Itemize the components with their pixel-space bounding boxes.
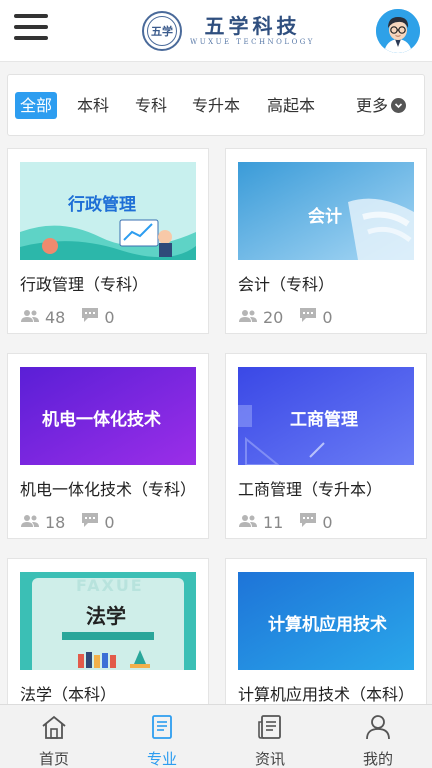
course-thumbnail: 会计 [238,162,414,260]
nav-home[interactable]: 首页 [0,705,108,768]
users-icon [238,513,258,532]
comment-icon [81,512,99,532]
course-card[interactable]: 会计 会计（专科） 20 0 [225,148,427,334]
nav-major[interactable]: 专业 [108,705,216,768]
news-icon [256,714,284,744]
nav-major-label: 专业 [146,750,177,768]
course-thumbnail: 行政管理 [20,162,196,260]
thumbnail-text: 法学 [86,604,126,628]
more-button[interactable]: 更多 [356,92,406,119]
course-title: 行政管理（专科） [20,275,149,294]
course-title: 工商管理（专升本） [238,480,383,499]
comment-count: 0 [322,512,333,532]
course-thumbnail: FAXUE 法学 [20,572,196,670]
logo-seal-text: 五学 [151,25,173,38]
logo-seal: 五学 [142,11,182,51]
course-thumbnail: 工商管理 [238,367,414,465]
nav-news[interactable]: 资讯 [216,705,324,768]
thumbnail-text: 工商管理 [290,410,358,430]
thumbnail-text: 会计 [308,207,342,227]
tab-all[interactable]: 全部 [15,92,58,119]
comment-icon [299,512,317,532]
course-title: 计算机应用技术（本科） [238,685,415,704]
member-count: 18 [45,512,66,532]
course-thumbnail: 机电一体化技术 [20,367,196,465]
nav-news-label: 资讯 [254,750,285,768]
course-card[interactable]: 行政管理 行政管理（专科） 48 0 [7,148,209,334]
users-icon [20,308,40,327]
comment-icon [81,307,99,327]
comment-count: 0 [104,512,115,532]
course-stats: 11 0 [238,512,333,532]
tab-upgrade-bachelor[interactable]: 专升本 [192,92,240,119]
member-count: 48 [45,307,66,327]
brand-logo: 五学 五学科技 WUXUE TECHNOLOGY [142,8,315,54]
nav-profile-label: 我的 [362,750,393,768]
tab-junior-college[interactable]: 专科 [135,92,167,119]
user-avatar[interactable] [376,9,420,53]
logo-chinese-name: 五学科技 [204,14,301,38]
logo-english-name: WUXUE TECHNOLOGY [190,38,315,46]
thumbnail-watermark: FAXUE [76,576,144,595]
course-card[interactable]: 工商管理 工商管理（专升本） 11 0 [225,353,427,539]
course-title: 会计（专科） [238,275,335,294]
member-count: 20 [263,307,284,327]
thumbnail-text: 计算机应用技术 [268,615,387,635]
tab-bachelor[interactable]: 本科 [77,92,109,119]
course-title: 法学（本科） [20,685,117,704]
course-stats: 48 0 [20,307,115,327]
menu-icon[interactable] [14,14,48,44]
course-card[interactable]: 机电一体化技术 机电一体化技术（专科） 18 0 [7,353,209,539]
nav-home-label: 首页 [38,750,69,768]
app-header: 五学 五学科技 WUXUE TECHNOLOGY [0,0,432,62]
book-icon [149,714,175,744]
more-label: 更多 [355,96,388,115]
course-thumbnail: 计算机应用技术 [238,572,414,670]
tab-high-to-bachelor[interactable]: 高起本 [267,92,315,119]
comment-count: 0 [104,307,115,327]
comment-icon [299,307,317,327]
category-tabs: 全部 本科 专科 专升本 高起本 更多 [7,74,425,136]
comment-count: 0 [322,307,333,327]
home-icon [40,714,68,744]
user-icon [364,714,392,744]
course-stats: 18 0 [20,512,115,532]
thumbnail-text: 机电一体化技术 [42,410,161,430]
users-icon [20,513,40,532]
nav-profile[interactable]: 我的 [324,705,432,768]
thumbnail-text: 行政管理 [68,195,136,215]
course-title: 机电一体化技术（专科） [20,480,197,499]
users-icon [238,308,258,327]
bottom-navigation: 首页 专业 资讯 我的 [0,704,432,768]
course-stats: 20 0 [238,307,333,327]
chevron-down-icon [391,98,406,113]
member-count: 11 [263,512,284,532]
